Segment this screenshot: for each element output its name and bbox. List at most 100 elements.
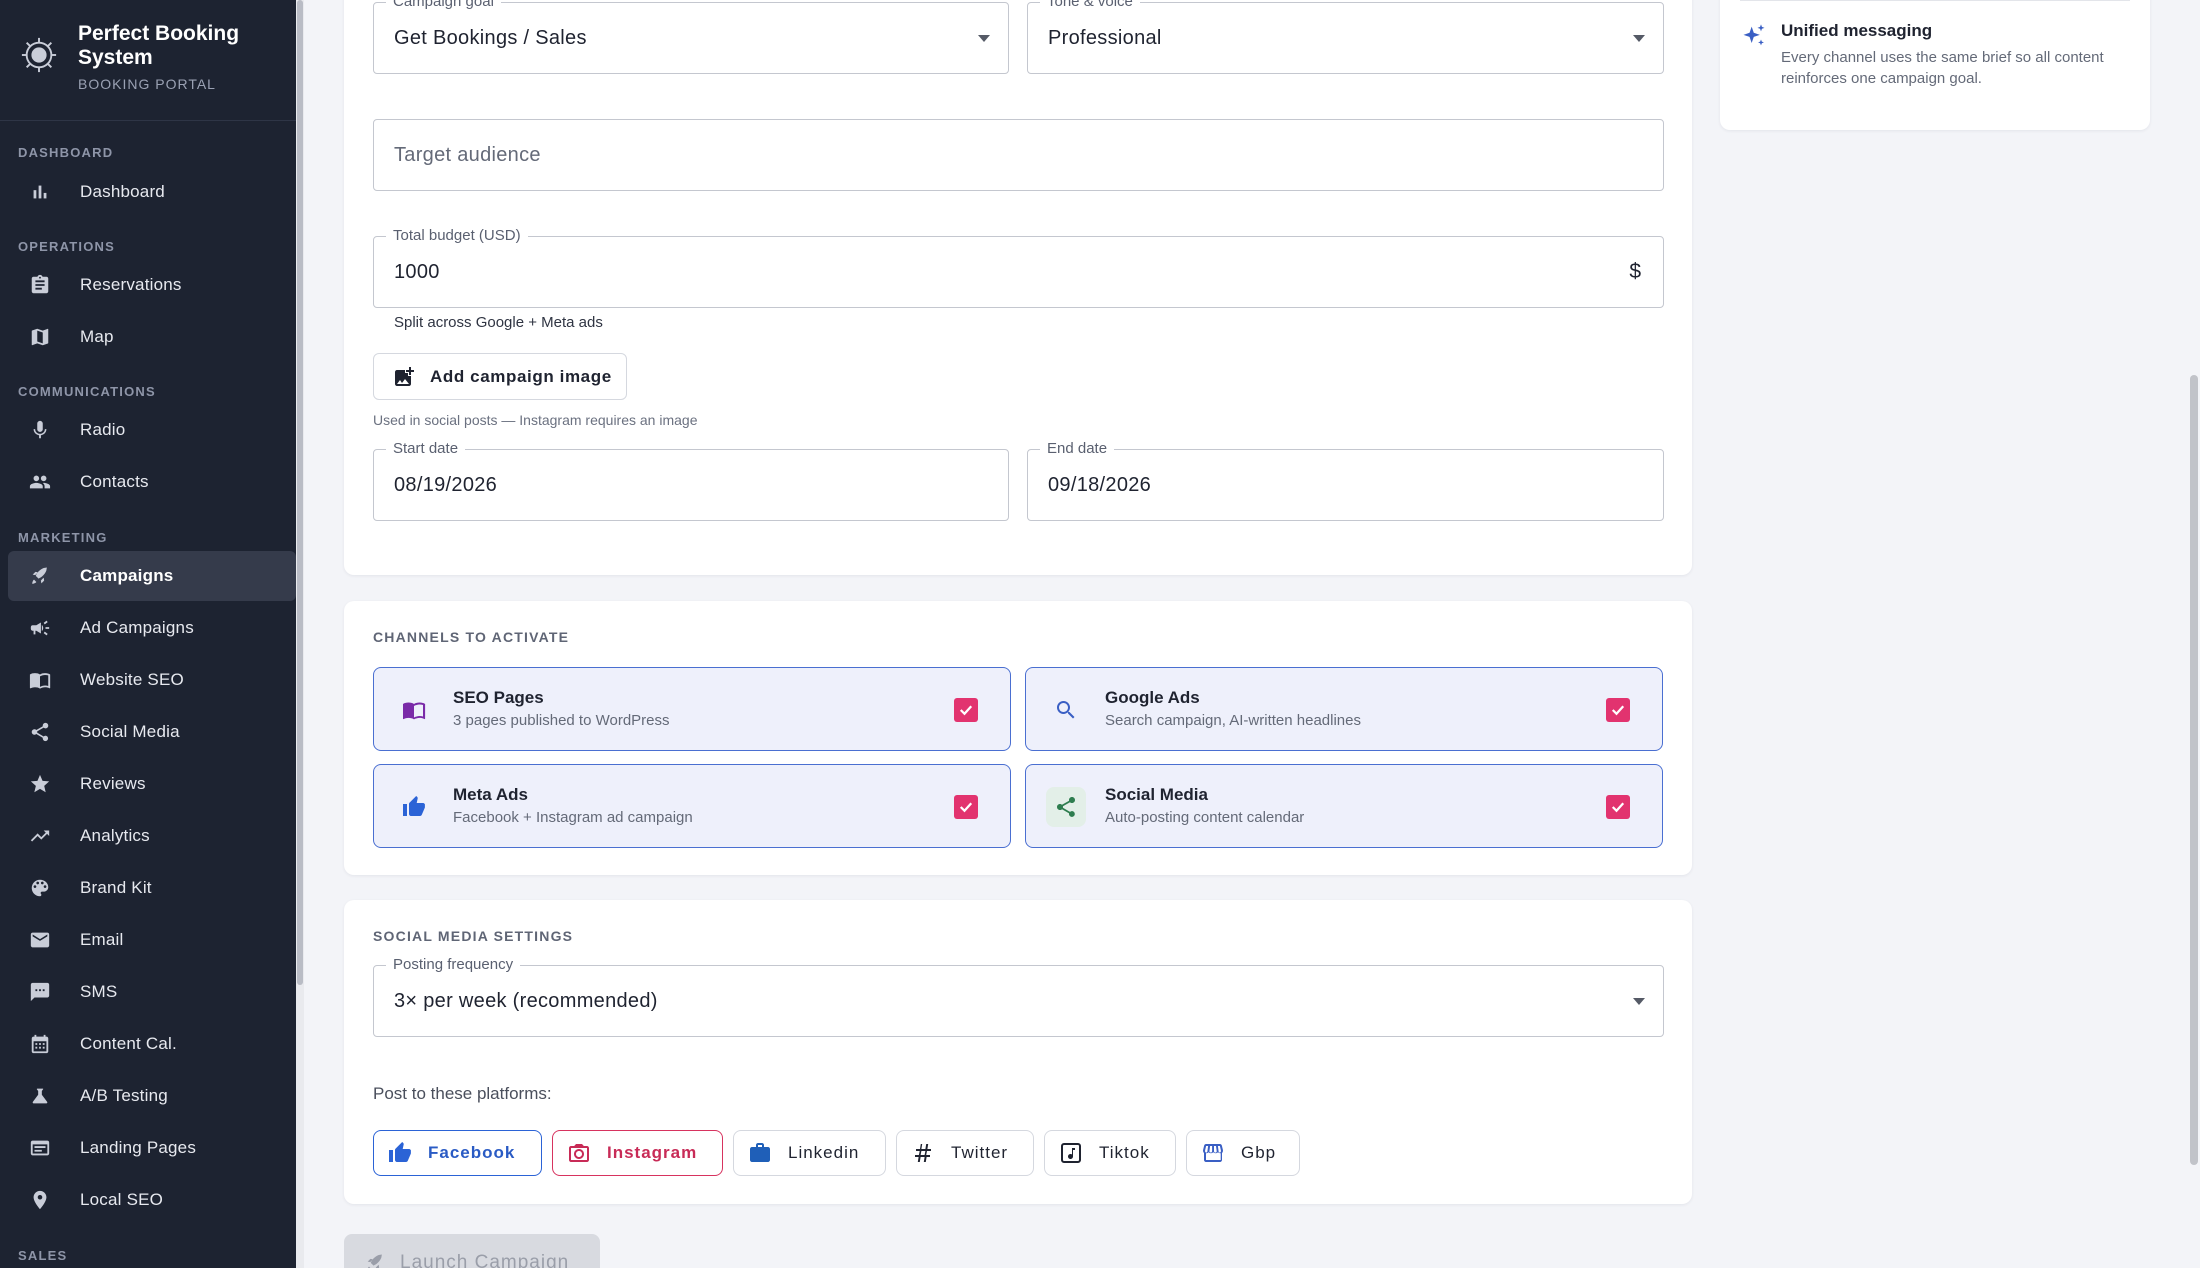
sidebar-item-campaigns[interactable]: Campaigns	[8, 551, 296, 601]
sidebar-item-label: Landing Pages	[80, 1138, 197, 1157]
star-icon	[28, 772, 52, 796]
sidebar-item-brand-kit[interactable]: Brand Kit	[8, 863, 296, 913]
platform-label: Facebook	[428, 1143, 516, 1162]
platform-label: Linkedin	[788, 1143, 860, 1162]
platform-linkedin-chip[interactable]: Linkedin	[733, 1130, 886, 1176]
budget-input[interactable]: Total budget (USD) 1000 $	[373, 227, 1664, 308]
bar-chart-icon	[28, 180, 52, 204]
section-label-communications: COMMUNICATIONS	[18, 384, 156, 399]
section-label-dashboard: DASHBOARD	[18, 145, 114, 160]
checkbox-checked-icon[interactable]	[1606, 698, 1630, 722]
sidebar-item-label: Email	[80, 930, 124, 949]
book-icon	[394, 690, 434, 730]
megaphone-icon	[28, 616, 52, 640]
mail-icon	[28, 928, 52, 952]
platform-gbp-chip[interactable]: Gbp	[1186, 1130, 1300, 1176]
checkbox-checked-icon[interactable]	[954, 698, 978, 722]
sidebar-item-local-seo[interactable]: Local SEO	[8, 1175, 296, 1225]
sidebar: Perfect Booking System BOOKING PORTAL DA…	[0, 0, 296, 1268]
brand[interactable]: Perfect Booking System BOOKING PORTAL	[20, 22, 268, 92]
target-audience-placeholder: Target audience	[394, 143, 541, 166]
sidebar-item-reservations[interactable]: Reservations	[8, 260, 296, 310]
sidebar-item-content-cal[interactable]: Content Cal.	[8, 1019, 296, 1069]
sidebar-item-label: Map	[80, 327, 114, 346]
section-label-marketing: MARKETING	[18, 530, 108, 545]
sidebar-item-reviews[interactable]: Reviews	[8, 759, 296, 809]
channel-title: SEO Pages	[453, 688, 544, 707]
channel-social-media[interactable]: Social Media Auto-posting content calend…	[1025, 764, 1663, 848]
dollar-icon: $	[1629, 260, 1641, 283]
end-date-value: 09/18/2026	[1048, 473, 1152, 496]
platform-instagram-chip[interactable]: Instagram	[552, 1130, 723, 1176]
start-date-value: 08/19/2026	[394, 473, 498, 496]
platform-twitter-chip[interactable]: Twitter	[896, 1130, 1034, 1176]
launch-campaign-label: Launch Campaign	[400, 1252, 570, 1268]
posting-frequency-select[interactable]: Posting frequency 3× per week (recommend…	[373, 956, 1664, 1037]
image-helper-text: Used in social posts — Instagram require…	[373, 412, 698, 428]
channel-description: 3 pages published to WordPress	[453, 712, 670, 729]
camera-icon	[569, 1144, 589, 1162]
channel-description: Facebook + Instagram ad campaign	[453, 809, 693, 826]
sidebar-item-label: Radio	[80, 420, 126, 439]
people-icon	[28, 470, 52, 494]
platform-tiktok-chip[interactable]: Tiktok	[1044, 1130, 1176, 1176]
channel-description: Auto-posting content calendar	[1105, 809, 1305, 826]
tips-divider	[1740, 0, 2130, 1]
sidebar-item-ab-testing[interactable]: A/B Testing	[8, 1071, 296, 1121]
target-audience-input[interactable]: Target audience	[373, 119, 1664, 191]
platform-label: Tiktok	[1099, 1143, 1150, 1162]
section-label-sales: SALES	[18, 1248, 68, 1263]
chat-bubble-icon	[28, 980, 52, 1004]
clipboard-icon	[28, 273, 52, 297]
thumbs-up-icon	[394, 787, 434, 827]
checkbox-checked-icon[interactable]	[1606, 795, 1630, 819]
rocket-icon	[28, 564, 52, 588]
sidebar-item-landing-pages[interactable]: Landing Pages	[8, 1123, 296, 1173]
sidebar-item-social-media[interactable]: Social Media	[8, 707, 296, 757]
sidebar-scrollbar-thumb[interactable]	[297, 0, 303, 985]
add-campaign-image-label: Add campaign image	[430, 366, 612, 386]
launch-campaign-button[interactable]: Launch Campaign	[344, 1234, 600, 1268]
start-date-input[interactable]: Start date 08/19/2026	[373, 440, 1009, 521]
flask-icon	[28, 1084, 52, 1108]
channel-google-ads[interactable]: Google Ads Search campaign, AI-written h…	[1025, 667, 1663, 751]
tone-voice-select[interactable]: Tone & voice Professional	[1027, 0, 1664, 74]
tip-title: Unified messaging	[1781, 21, 1933, 40]
sidebar-item-label: Content Cal.	[80, 1034, 177, 1053]
share-icon	[28, 720, 52, 744]
map-icon	[28, 325, 52, 349]
share-icon	[1046, 787, 1086, 827]
sidebar-item-sms[interactable]: SMS	[8, 967, 296, 1017]
storefront-icon	[1203, 1144, 1223, 1162]
sidebar-item-label: Social Media	[80, 722, 180, 741]
sidebar-item-contacts[interactable]: Contacts	[8, 457, 296, 507]
sidebar-item-website-seo[interactable]: Website SEO	[8, 655, 296, 705]
checkbox-checked-icon[interactable]	[954, 795, 978, 819]
channel-title: Meta Ads	[453, 785, 528, 804]
platform-facebook-chip[interactable]: Facebook	[373, 1130, 542, 1176]
sidebar-item-analytics[interactable]: Analytics	[8, 811, 296, 861]
sidebar-item-radio[interactable]: Radio	[8, 405, 296, 455]
caret-down-icon	[1633, 35, 1645, 42]
sidebar-divider	[0, 120, 296, 121]
channel-meta-ads[interactable]: Meta Ads Facebook + Instagram ad campaig…	[373, 764, 1011, 848]
sidebar-scrollbar[interactable]	[296, 0, 304, 1268]
channel-seo-pages[interactable]: SEO Pages 3 pages published to WordPress	[373, 667, 1011, 751]
campaign-goal-select[interactable]: Campaign goal Get Bookings / Sales	[373, 0, 1009, 74]
add-campaign-image-button[interactable]: Add campaign image	[373, 353, 627, 400]
sidebar-item-ad-campaigns[interactable]: Ad Campaigns	[8, 603, 296, 653]
sidebar-item-label: Campaigns	[80, 566, 174, 585]
page-scrollbar-thumb[interactable]	[2190, 375, 2198, 1165]
sidebar-item-label: Contacts	[80, 472, 149, 491]
sidebar-item-label: A/B Testing	[80, 1086, 168, 1105]
end-date-input[interactable]: End date 09/18/2026	[1027, 440, 1664, 521]
sidebar-item-dashboard[interactable]: Dashboard	[8, 167, 296, 217]
sidebar-item-map[interactable]: Map	[8, 312, 296, 362]
channel-description: Search campaign, AI-written headlines	[1105, 712, 1361, 729]
rocket-icon	[367, 1254, 382, 1268]
sidebar-item-email[interactable]: Email	[8, 915, 296, 965]
platforms-label: Post to these platforms:	[373, 1084, 552, 1103]
sidebar-item-label: Reviews	[80, 774, 146, 793]
trending-up-icon	[28, 824, 52, 848]
posting-frequency-value: 3× per week (recommended)	[394, 989, 658, 1012]
